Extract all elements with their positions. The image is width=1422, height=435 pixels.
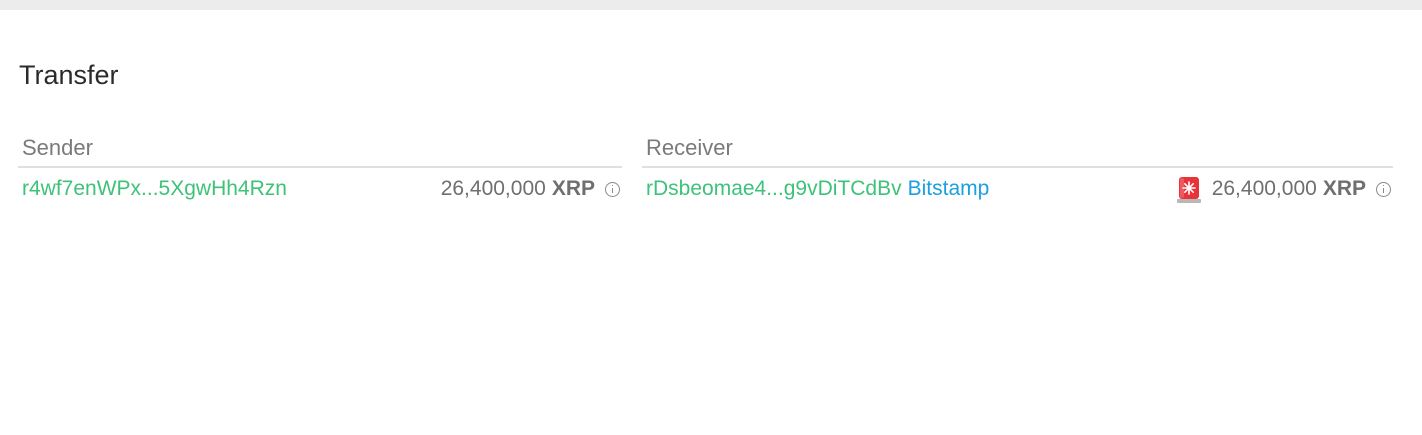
sender-panel: Sender r4wf7enWPx...5XgwHh4Rzn 26,400,00… <box>18 132 622 210</box>
sender-currency: XRP <box>551 177 595 200</box>
receiver-amount: 26,400,000 <box>1211 177 1317 200</box>
sender-row: r4wf7enWPx...5XgwHh4Rzn 26,400,000 XRP <box>18 168 622 210</box>
receiver-currency: XRP <box>1322 177 1366 200</box>
top-bar <box>0 0 1422 10</box>
sender-header: Sender <box>18 132 622 168</box>
info-icon[interactable] <box>605 181 620 197</box>
rotating-light-icon <box>1176 177 1201 203</box>
receiver-header: Receiver <box>642 132 1393 168</box>
sender-address-link[interactable]: r4wf7enWPx...5XgwHh4Rzn <box>22 177 287 201</box>
receiver-address-link[interactable]: rDsbeomae4...g9vDiTCdBv <box>646 177 902 201</box>
receiver-panel: Receiver rDsbeomae4...g9vDiTCdBv Bitstam… <box>642 132 1393 210</box>
receiver-row: rDsbeomae4...g9vDiTCdBv Bitstamp 26,400,… <box>642 168 1393 210</box>
sender-amount: 26,400,000 <box>440 177 546 200</box>
receiver-tag-link[interactable]: Bitstamp <box>908 177 990 201</box>
info-icon[interactable] <box>1376 181 1391 197</box>
page-title: Transfer <box>19 60 119 90</box>
